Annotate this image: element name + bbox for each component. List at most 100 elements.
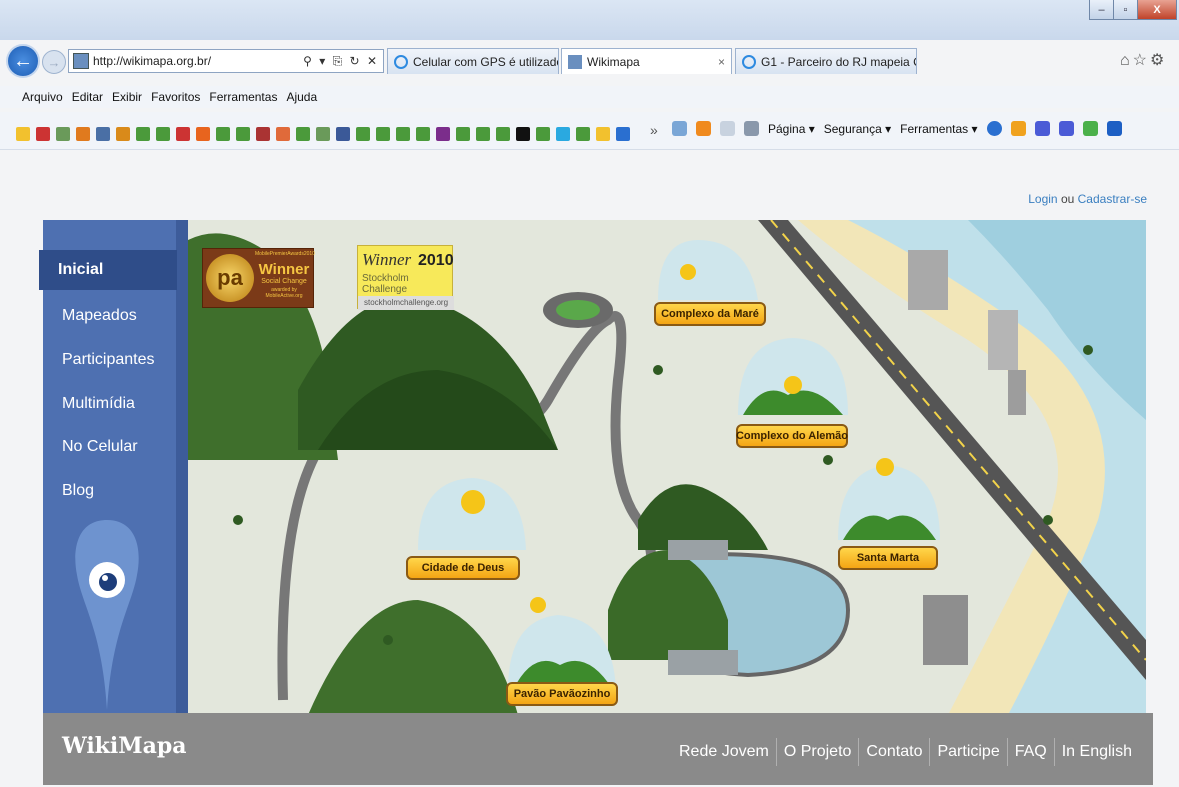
menu-ferramentas-cmd[interactable]: Ferramentas ▾ (900, 122, 977, 136)
back-button[interactable]: ← (6, 44, 40, 78)
mail-icon[interactable] (720, 121, 735, 136)
footer-link-faq[interactable]: FAQ (1006, 738, 1054, 766)
ie-page-icon (742, 54, 756, 69)
award-stockholm[interactable]: Winner 2010 Stockholm Challenge stockhol… (357, 245, 454, 310)
facebook-icon[interactable] (336, 127, 350, 141)
youtube-icon[interactable] (176, 127, 190, 141)
tab-label: Celular com GPS é utilizado po... (413, 54, 559, 69)
minimize-button[interactable]: – (1089, 0, 1114, 20)
address-bar-actions-icon[interactable]: ⚲ ▾ ⎘ ↻ ✕ (303, 54, 383, 69)
forward-button[interactable]: → (42, 50, 66, 74)
home-icon[interactable] (672, 121, 687, 136)
bookmark-icon[interactable] (256, 127, 270, 141)
award-1-subtitle: Social Change (261, 278, 307, 285)
onenote-icon[interactable] (1058, 121, 1074, 136)
footer-link-contato[interactable]: Contato (858, 738, 929, 766)
page-icon[interactable] (216, 127, 230, 141)
tab-celular-gps[interactable]: Celular com GPS é utilizado po... (387, 48, 559, 74)
footer-link-participe[interactable]: Participe (929, 738, 1006, 766)
user-icon[interactable] (116, 127, 130, 141)
page-icon[interactable] (456, 127, 470, 141)
address-bar[interactable]: http://wikimapa.org.br/ ⚲ ▾ ⎘ ↻ ✕ (68, 49, 384, 73)
nav-inicial[interactable]: Inicial (39, 250, 177, 290)
pen-icon[interactable] (276, 127, 290, 141)
login-link[interactable]: Login (1028, 192, 1057, 206)
onenote-icon[interactable] (1034, 121, 1050, 136)
award-2-year: 2010 (418, 252, 454, 269)
wordpress-icon[interactable] (96, 127, 110, 141)
nav-participantes[interactable]: Participantes (43, 340, 176, 380)
gear-icon[interactable]: ⚙ (1150, 52, 1167, 69)
menu-editar[interactable]: Editar (72, 90, 103, 104)
nav-multimidia[interactable]: Multimídia (43, 384, 176, 424)
skype-icon[interactable] (1082, 121, 1098, 136)
rss-icon[interactable] (696, 121, 711, 136)
register-link[interactable]: Cadastrar-se (1078, 192, 1147, 206)
footer-link-in-english[interactable]: In English (1053, 738, 1139, 766)
menu-seguranca[interactable]: Segurança ▾ (824, 122, 891, 136)
help-icon[interactable] (986, 121, 1002, 136)
page-icon[interactable] (496, 127, 510, 141)
menu-arquivo[interactable]: Arquivo (22, 90, 63, 104)
footer-links: Rede Jovem O Projeto Contato Participe F… (672, 738, 1139, 766)
star-icon[interactable]: ☆ (1133, 52, 1150, 69)
tab-g1-parceiro[interactable]: G1 - Parceiro do RJ mapeia Co... (735, 48, 917, 74)
star-icon[interactable] (596, 127, 610, 141)
tab-close-icon[interactable]: × (718, 55, 725, 69)
d-icon[interactable] (616, 127, 630, 141)
award-1-title: Winner (258, 261, 310, 278)
map-icon[interactable] (56, 127, 70, 141)
page-icon[interactable] (356, 127, 370, 141)
map-label-complexo-da-mare[interactable]: Complexo da Maré (654, 302, 766, 326)
menu-ferramentas[interactable]: Ferramentas (209, 90, 277, 104)
favorites-star-icon[interactable] (16, 127, 30, 141)
menu-ajuda[interactable]: Ajuda (286, 90, 317, 104)
page-icon[interactable] (236, 127, 250, 141)
award-1-by-text: awarded by MobileActive.org (265, 287, 303, 299)
menu-exibir[interactable]: Exibir (112, 90, 142, 104)
back-arrow-icon: ← (13, 49, 33, 72)
nav-blog[interactable]: Blog (43, 471, 176, 511)
page-icon[interactable] (156, 127, 170, 141)
url-text[interactable]: http://wikimapa.org.br/ (93, 54, 303, 68)
map-label-cidade-de-deus[interactable]: Cidade de Deus (406, 556, 520, 580)
page-icon[interactable] (296, 127, 310, 141)
maximize-button[interactable]: ▫ (1113, 0, 1138, 20)
page-icon[interactable] (416, 127, 430, 141)
footer-link-rede-jovem[interactable]: Rede Jovem (672, 738, 776, 766)
award-1-top-text: MobilePremierAwards2010 (255, 251, 315, 257)
page-icon[interactable] (136, 127, 150, 141)
drop-icon[interactable] (516, 127, 530, 141)
v-icon[interactable] (76, 127, 90, 141)
menu-favoritos[interactable]: Favoritos (151, 90, 200, 104)
tab-wikimapa[interactable]: Wikimapa × (561, 48, 732, 74)
bluetooth-icon[interactable] (1106, 121, 1122, 136)
award-mobile-premier[interactable]: pa MobilePremierAwards2010 Winner Social… (202, 248, 315, 308)
nav-no-celular[interactable]: No Celular (43, 427, 176, 467)
nav-mapeados[interactable]: Mapeados (43, 296, 176, 336)
map-icon[interactable] (316, 127, 330, 141)
page-icon[interactable] (396, 127, 410, 141)
map-label-pavao-pavaozinho[interactable]: Pavão Pavãozinho (506, 682, 618, 706)
print-icon[interactable] (744, 121, 759, 136)
yahoo-icon[interactable] (436, 127, 450, 141)
favorites-overflow-icon[interactable]: » (650, 122, 658, 138)
page-icon[interactable] (376, 127, 390, 141)
city-map[interactable]: Complexo da Maré Complexo do Alemão Sant… (188, 220, 1146, 715)
footer-logo[interactable]: WikiMapa (62, 733, 187, 759)
page-icon[interactable] (576, 127, 590, 141)
map-label-santa-marta[interactable]: Santa Marta (838, 546, 938, 570)
footer-link-o-projeto[interactable]: O Projeto (775, 738, 859, 766)
blogger-icon[interactable] (196, 127, 210, 141)
page-icon[interactable] (476, 127, 490, 141)
close-window-button[interactable]: X (1137, 0, 1177, 20)
addon-icon[interactable] (1010, 121, 1026, 136)
home-icon[interactable]: ⌂ (1120, 52, 1133, 69)
menu-bar: Arquivo Editar Exibir Favoritos Ferramen… (0, 86, 1179, 108)
map-label-complexo-do-alemao[interactable]: Complexo do Alemão (736, 424, 848, 448)
twitter-icon[interactable] (556, 127, 570, 141)
page-icon[interactable] (536, 127, 550, 141)
window-titlebar (0, 0, 1179, 40)
menu-pagina[interactable]: Página ▾ (768, 122, 815, 136)
youtube-icon[interactable] (36, 127, 50, 141)
